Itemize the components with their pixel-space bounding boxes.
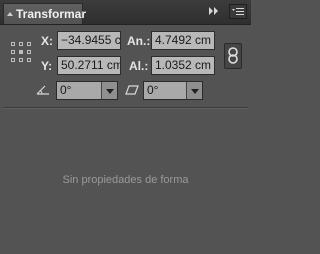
rotation-value: 0° [60,83,72,97]
transform-panel: Transformar X: −34.9455 cr An.: 4.7492 c… [0,0,251,254]
tab-title: Transformar [16,7,87,21]
height-label: Al.: [129,59,149,73]
y-label: Y: [41,59,53,73]
shear-select[interactable]: 0° [143,81,203,100]
constrain-proportions-link-icon [228,47,238,64]
chevron-down-icon [101,82,117,99]
reference-point-grid-icon[interactable] [11,42,31,62]
constrain-proportions-button[interactable] [224,43,242,69]
height-field[interactable]: 1.0352 cm [151,56,215,75]
width-field[interactable]: 4.7492 cm [151,31,215,50]
x-label: X: [41,34,53,48]
double-chevron-right-icon[interactable] [208,7,220,15]
panel-menu-button[interactable] [229,4,247,19]
y-position-field[interactable]: 50.2711 cm [57,56,121,75]
shear-angle-icon [125,85,139,95]
rotation-select[interactable]: 0° [56,81,118,100]
rotate-angle-icon [36,85,49,95]
x-position-field[interactable]: −34.9455 cr [57,31,121,50]
tab-transformar[interactable]: Transformar [3,3,87,24]
tab-grip-icon [7,12,13,16]
panel-menu-icon [232,8,244,15]
section-divider [3,107,248,109]
shear-value: 0° [147,83,159,97]
empty-state-message: Sin propiedades de forma [62,174,189,186]
panel-tab-bar: Transformar [0,0,251,25]
width-label: An.: [127,34,151,48]
chevron-down-icon [186,82,202,99]
